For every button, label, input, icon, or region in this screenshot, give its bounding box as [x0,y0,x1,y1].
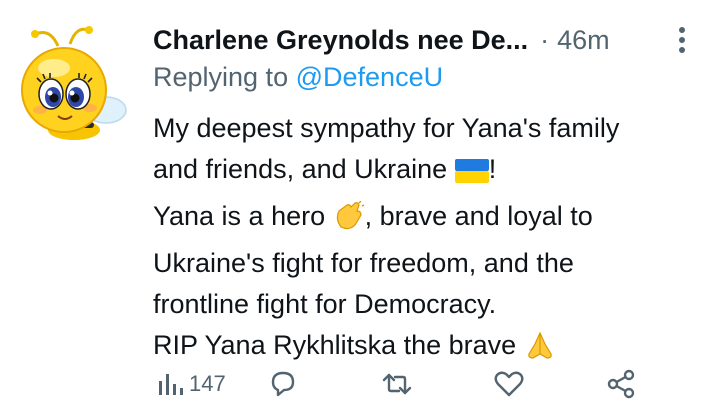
tweet-text-segment: RIP Yana Rykhlitska the brave [153,330,524,360]
replying-handle-link[interactable]: @DefenceU [296,62,443,92]
views-count: 147 [189,371,226,396]
tweet-text-line: Ukraine's fight for freedom, and the [153,243,713,284]
tweet-text-segment: frontline fight for Democracy. [153,289,497,319]
like-icon [493,369,525,399]
timestamp[interactable]: 46m [557,25,610,56]
bee-avatar-icon [21,26,127,140]
tweet-text-segment: , brave and loyal to [364,201,593,231]
clapping-hands-icon [333,199,365,243]
tweet-header: Charlene Greynolds nee De... · 46m [153,22,698,58]
share-button[interactable] [605,362,637,406]
tweet-text-segment: and friends, and Ukraine [153,154,455,184]
ukraine-flag-icon [454,155,489,196]
replying-prefix: Replying to [153,62,289,92]
tweet-text-line: My deepest sympathy for Yana's family [153,108,713,149]
tweet-text-segment: ! [488,154,497,184]
retweet-icon [381,369,413,399]
reply-icon [267,369,299,399]
tweet-text-segment: Ukraine's fight for freedom, and the [153,248,574,278]
tweet-text-line: Yana is a hero , brave and loyal to [153,196,713,243]
author-name[interactable]: Charlene Greynolds nee De... [153,25,528,56]
tweet-text-segment: Yana is a hero [153,201,333,231]
tweet-text-line: and friends, and Ukraine ! [153,149,713,196]
tweet-text-segment: My deepest sympathy for Yana's family [153,113,620,143]
like-button[interactable] [493,362,525,406]
tweet[interactable]: Charlene Greynolds nee De... · 46m Reply… [0,0,720,416]
retweet-button[interactable] [381,362,413,406]
more-vertical-icon[interactable] [666,24,698,56]
views-icon [157,371,183,397]
separator-dot: · [540,24,550,55]
tweet-actions: 147 [153,362,653,406]
avatar[interactable] [14,18,130,140]
views-button[interactable]: 147 [157,362,226,406]
tweet-text: My deepest sympathy for Yana's family an… [153,108,713,372]
reply-button[interactable] [267,362,299,406]
replying-to: Replying to @DefenceU [153,62,443,93]
share-icon [605,368,637,400]
tweet-text-line: frontline fight for Democracy. [153,284,713,325]
